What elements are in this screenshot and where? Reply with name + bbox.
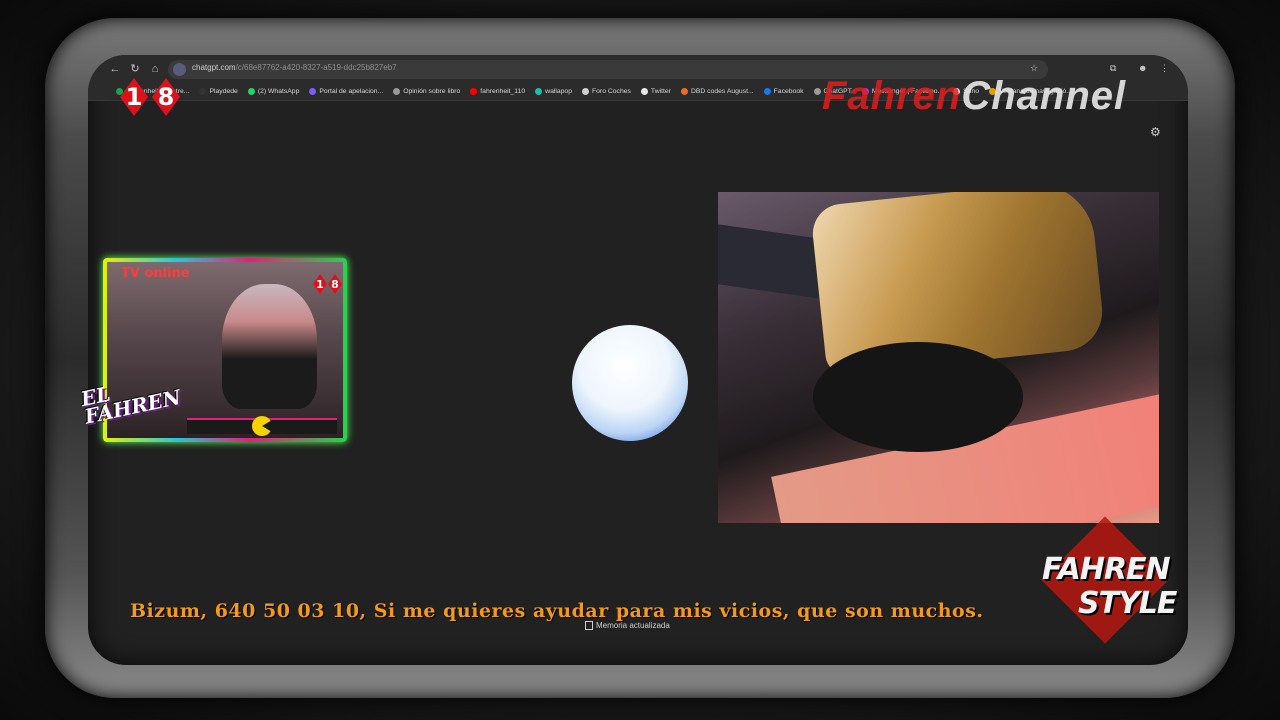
fahren-style-logo: FAHREN STYLE [1040, 516, 1180, 645]
webcam-keyboard [718, 224, 828, 300]
reload-icon[interactable]: ↻ [128, 62, 142, 76]
facebook-icon [763, 88, 771, 95]
wallapop-icon [535, 88, 543, 95]
bookmark-label: Foro Coches [592, 88, 631, 95]
bookmark-item[interactable]: Facebook [763, 88, 804, 95]
channel-logo-part2: Channel [961, 74, 1127, 118]
channel-logo: FahrenChannel [822, 74, 1126, 119]
bookmark-label: (2) WhatsApp [257, 88, 300, 95]
whatsapp-icon [247, 88, 255, 95]
channel-logo-part1: Fahren [822, 74, 962, 118]
voice-mode-orb [572, 325, 688, 441]
bookmark-item[interactable]: Foro Coches [582, 88, 631, 95]
site-info-icon[interactable] [173, 63, 186, 76]
x-icon [640, 88, 648, 95]
url-text: chatgpt.com/c/68e87762-a420-8327-a519-dd… [192, 63, 397, 72]
forocoches-icon [582, 88, 589, 95]
back-icon[interactable]: ← [108, 62, 122, 76]
age-digit: 8 [328, 274, 342, 294]
age-digit: 1 [120, 78, 148, 116]
page-icon [680, 88, 688, 95]
bookmark-item[interactable]: Playdede [199, 88, 238, 95]
bookmark-item[interactable]: Opinión sobre libro [393, 88, 460, 95]
donation-ticker: Bizum, 640 50 03 10, Si me quieres ayuda… [130, 600, 984, 622]
bookmark-item[interactable]: wallapop [535, 88, 572, 95]
bookmark-label: Portal de apelacion... [319, 88, 384, 95]
fahren-style-line1: FAHREN [1042, 552, 1171, 587]
menu-icon[interactable]: ⋮ [1160, 63, 1169, 74]
tv-online-label: TV online [121, 266, 190, 281]
profile-icon[interactable]: ☻ [1138, 63, 1147, 73]
page-icon [309, 88, 317, 95]
memory-status: Memoria actualizada [585, 621, 670, 631]
bookmark-label: Playdede [209, 88, 238, 95]
extensions-icon[interactable]: ⧉ [1110, 63, 1116, 74]
url-host: chatgpt.com [192, 63, 236, 72]
age-digit: 8 [152, 78, 180, 116]
bookmark-label: fahrenheit_110 [480, 88, 526, 95]
age-rating-badge: 1 8 [120, 78, 180, 116]
memory-icon [585, 621, 593, 631]
streamer-avatar [222, 284, 317, 409]
home-icon[interactable]: ⌂ [148, 62, 162, 76]
bookmark-label: Opinión sobre libro [403, 88, 461, 95]
bookmark-label: DBD codes August... [690, 88, 754, 95]
voice-settings-icon[interactable]: ⚙ [1150, 125, 1161, 139]
bookmark-item[interactable]: Twitter [640, 88, 671, 95]
bookmark-label: Facebook [773, 88, 804, 95]
youtube-icon [470, 88, 478, 95]
tv-age-rating-badge: 1 8 [313, 274, 342, 294]
play-icon [199, 88, 207, 95]
bookmark-star-icon[interactable]: ☆ [1030, 63, 1038, 74]
url-path: /c/68e87762-a420-8327-a519-ddc25b827eb7 [235, 63, 397, 72]
bookmark-item[interactable]: (2) WhatsApp [247, 88, 300, 95]
bookmark-item[interactable]: Portal de apelacion... [309, 88, 383, 95]
memory-status-text: Memoria actualizada [596, 621, 670, 630]
chatgpt-icon [393, 88, 401, 95]
bookmark-label: Twitter [650, 88, 671, 95]
bookmark-item[interactable]: DBD codes August... [680, 88, 754, 95]
webcam-mouse [813, 342, 1023, 452]
age-digit: 1 [313, 274, 327, 294]
bookmark-item[interactable]: fahrenheit_110 [470, 88, 525, 95]
bookmark-label: wallapop [545, 88, 572, 95]
chatgpt-icon [813, 88, 821, 95]
desk-webcam-feed [718, 192, 1159, 523]
